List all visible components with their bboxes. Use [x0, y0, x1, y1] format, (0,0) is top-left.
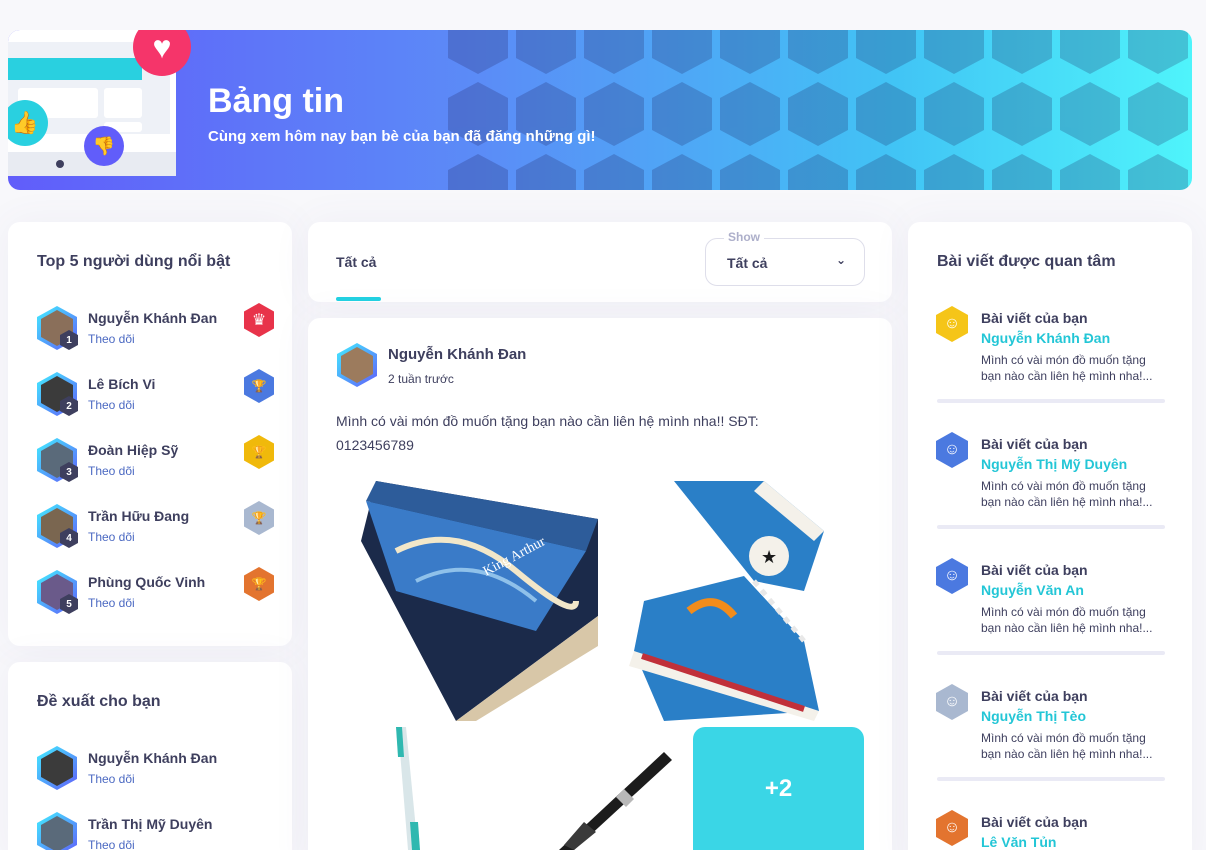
popular-post-label: Bài viết của bạn	[981, 814, 1088, 830]
divider	[937, 525, 1165, 529]
follow-link[interactable]: Theo dõi	[88, 398, 135, 412]
popular-post-excerpt: Mình có vài món đồ muốn tặng bạn nào cần…	[981, 479, 1153, 509]
popular-post-excerpt: Mình có vài món đồ muốn tặng bạn nào cần…	[981, 605, 1153, 635]
svg-text:★: ★	[761, 547, 777, 567]
banner-subtitle: Cùng xem hôm nay bạn bè của bạn đã đăng …	[208, 128, 596, 145]
banner-title: Bảng tin	[208, 82, 344, 120]
popular-post-author[interactable]: Nguyễn Khánh Đan	[981, 330, 1110, 346]
post-text: Mình có vài món đồ muốn tặng bạn nào cần…	[336, 413, 759, 453]
book-photo[interactable]: King Arthur	[336, 481, 598, 721]
user-name[interactable]: Trần Thị Mỹ Duyên	[88, 816, 212, 832]
user-name[interactable]: Lê Bích Vi	[88, 376, 155, 392]
follow-link[interactable]: Theo dõi	[88, 464, 135, 478]
thumbs-down-icon: 👎	[84, 126, 124, 166]
user-name[interactable]: Nguyễn Khánh Đan	[88, 750, 217, 766]
popular-post-author[interactable]: Nguyễn Thị Tèo	[981, 708, 1086, 724]
popular-post-label: Bài viết của bạn	[981, 562, 1088, 578]
sneakers-photo[interactable]: ★	[604, 481, 864, 721]
chevron-down-icon: ⌄	[835, 253, 846, 267]
follow-link[interactable]: Theo dõi	[88, 530, 135, 544]
follow-link[interactable]: Theo dõi	[88, 772, 135, 786]
post-author-name[interactable]: Nguyễn Khánh Đan	[388, 346, 526, 363]
divider	[937, 777, 1165, 781]
more-photos-button[interactable]: +2	[693, 727, 864, 850]
divider	[937, 399, 1165, 403]
popular-posts-title: Bài viết được quan tâm	[937, 253, 1116, 270]
top-users-title: Top 5 người dùng nổi bật	[37, 253, 231, 270]
user-name[interactable]: Trần Hữu Đang	[88, 508, 189, 524]
popular-post-label: Bài viết của bạn	[981, 436, 1088, 452]
popular-post-excerpt: Mình có vài món đồ muốn tặng bạn nào cần…	[981, 353, 1153, 383]
tab-all[interactable]: Tất cả	[336, 254, 376, 270]
popular-post-author[interactable]: Nguyễn Thị Mỹ Duyên	[981, 456, 1127, 472]
follow-link[interactable]: Theo dõi	[88, 838, 135, 850]
popular-post-label: Bài viết của bạn	[981, 688, 1088, 704]
user-name[interactable]: Nguyễn Khánh Đan	[88, 310, 217, 326]
suggest-title: Đề xuất cho bạn	[37, 693, 161, 710]
show-select[interactable]: Show Tất cả ⌄	[705, 230, 865, 286]
banner: ♥ 👍 👎 Bảng tin Cùng xem hôm nay bạn bè c…	[8, 30, 1192, 190]
post-time: 2 tuần trước	[388, 372, 454, 386]
pen-photo[interactable]	[514, 727, 687, 850]
toothbrush-photo[interactable]	[336, 727, 508, 850]
user-name[interactable]: Đoàn Hiệp Sỹ	[88, 442, 178, 458]
follow-link[interactable]: Theo dõi	[88, 332, 135, 346]
divider	[937, 651, 1165, 655]
user-name[interactable]: Phùng Quốc Vinh	[88, 574, 205, 590]
popular-post-excerpt: Mình có vài món đồ muốn tặng bạn nào cần…	[981, 731, 1153, 761]
popular-post-author[interactable]: Lê Văn Tủn	[981, 834, 1056, 850]
popular-post-author[interactable]: Nguyễn Văn An	[981, 582, 1084, 598]
follow-link[interactable]: Theo dõi	[88, 596, 135, 610]
show-select-value: Tất cả	[727, 255, 768, 271]
popular-post-label: Bài viết của bạn	[981, 310, 1088, 326]
show-select-label: Show	[724, 230, 764, 244]
tab-active-indicator	[336, 297, 381, 301]
banner-avatar-pattern	[448, 30, 1192, 190]
